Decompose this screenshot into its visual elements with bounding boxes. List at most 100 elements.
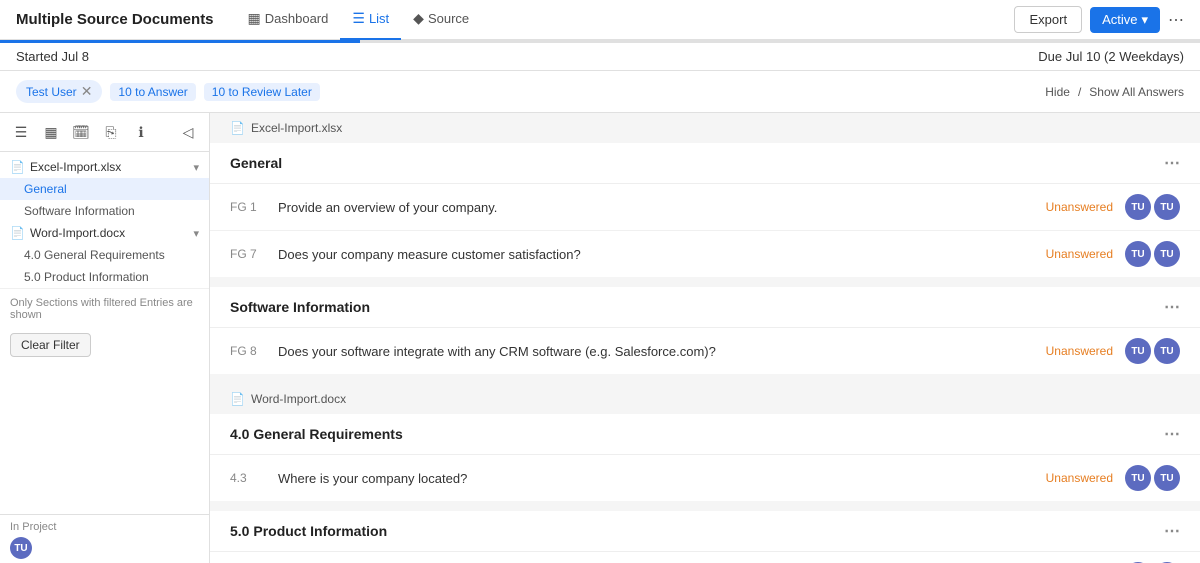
in-project-avatar[interactable]: TU: [10, 537, 32, 559]
table-row: FG 7 Does your company measure customer …: [210, 231, 1200, 277]
nav-source[interactable]: ◆ Source: [401, 0, 481, 40]
sidebar-section-product-info[interactable]: 5.0 Product Information: [0, 266, 209, 288]
sidebar-word-name: Word-Import.docx: [30, 226, 125, 240]
sidebar-excel-name: Excel-Import.xlsx: [30, 160, 121, 174]
sidebar-calendar-tool[interactable]: 🗓: [68, 119, 94, 145]
started-date: Started Jul 8: [16, 49, 89, 64]
status-badge: Unanswered: [1046, 247, 1113, 261]
sidebar-copy-tool[interactable]: ⎘: [98, 119, 124, 145]
sidebar-section-general[interactable]: General: [0, 178, 209, 200]
status-badge: Unanswered: [1046, 200, 1113, 214]
sidebar: ☰ ▦ 🗓 ⎘ ℹ ◁ 📄 Excel-Import.xlsx ▾ Genera…: [0, 113, 210, 563]
question-text: Provide an overview of your company.: [278, 200, 1046, 215]
sidebar-software-info-label: Software Information: [24, 204, 135, 218]
more-options-icon[interactable]: ⋯: [1168, 10, 1184, 30]
excel-file-icon: 📄: [10, 160, 25, 174]
avatar-group: TU TU: [1125, 194, 1180, 220]
section-general-title: General: [230, 155, 282, 171]
section-general-req-header: 4.0 General Requirements ⋯: [210, 414, 1200, 455]
avatar[interactable]: TU: [1125, 465, 1151, 491]
content-area: 📄 Excel-Import.xlsx General ⋯ FG 1 Provi…: [210, 113, 1200, 563]
due-date: Due Jul 10 (2 Weekdays): [1038, 49, 1184, 64]
section-product-info-more-icon[interactable]: ⋯: [1164, 521, 1180, 541]
sidebar-grid-tool[interactable]: ▦: [38, 119, 64, 145]
sidebar-file-word[interactable]: 📄 Word-Import.docx ▾: [0, 222, 209, 244]
source-icon: ◆: [413, 10, 424, 27]
avatar[interactable]: TU: [1154, 338, 1180, 364]
avatar[interactable]: TU: [1125, 338, 1151, 364]
nav-list[interactable]: ☰ List: [340, 0, 401, 40]
dashboard-icon: ▦: [248, 10, 261, 27]
main-layout: ☰ ▦ 🗓 ⎘ ℹ ◁ 📄 Excel-Import.xlsx ▾ Genera…: [0, 113, 1200, 563]
top-nav: ▦ Dashboard ☰ List ◆ Source: [236, 0, 482, 40]
review-later-badge[interactable]: 10 to Review Later: [204, 83, 320, 101]
question-left: FG 8 Does your software integrate with a…: [230, 344, 1046, 359]
section-software-info-more-icon[interactable]: ⋯: [1164, 297, 1180, 317]
hide-link[interactable]: Hide: [1045, 85, 1070, 99]
question-text: Does your company measure customer satis…: [278, 247, 1046, 262]
avatar[interactable]: TU: [1154, 465, 1180, 491]
nav-dashboard[interactable]: ▦ Dashboard: [236, 0, 341, 40]
word-chevron-icon: ▾: [193, 227, 199, 240]
top-bar-left: Multiple Source Documents ▦ Dashboard ☰ …: [16, 0, 481, 40]
question-left: FG 7 Does your company measure customer …: [230, 247, 1046, 262]
top-bar-right: Export Active ▾ ⋯: [1014, 6, 1184, 33]
sidebar-collapse-button[interactable]: ◁: [175, 119, 201, 145]
question-num: FG 7: [230, 247, 270, 261]
section-general: General ⋯ FG 1 Provide an overview of yo…: [210, 143, 1200, 277]
sidebar-product-info-label: 5.0 Product Information: [24, 270, 149, 284]
word-header-icon: 📄: [230, 392, 245, 406]
section-product-information: 5.0 Product Information ⋯ 5.1 Describe t…: [210, 511, 1200, 563]
sidebar-list-tool[interactable]: ☰: [8, 119, 34, 145]
question-num: FG 8: [230, 344, 270, 358]
avatar[interactable]: TU: [1154, 194, 1180, 220]
in-project-users: TU: [10, 537, 199, 559]
sidebar-general-label: General: [24, 182, 67, 196]
clear-filter-button[interactable]: Clear Filter: [10, 333, 91, 357]
avatar-group: TU TU: [1125, 338, 1180, 364]
avatar[interactable]: TU: [1125, 194, 1151, 220]
section-software-info-title: Software Information: [230, 299, 370, 315]
section-software-info-header: Software Information ⋯: [210, 287, 1200, 328]
show-all-link[interactable]: Show All Answers: [1089, 85, 1184, 99]
table-row: 5.1 Describe the main features of your p…: [210, 552, 1200, 563]
sidebar-file-word-left: 📄 Word-Import.docx: [10, 226, 125, 240]
user-filter-chip[interactable]: Test User ✕: [16, 80, 102, 103]
sidebar-file-excel[interactable]: 📄 Excel-Import.xlsx ▾: [0, 156, 209, 178]
section-software-information: Software Information ⋯ FG 8 Does your so…: [210, 287, 1200, 374]
table-row: FG 1 Provide an overview of your company…: [210, 184, 1200, 231]
active-label: Active: [1102, 12, 1137, 27]
sidebar-info-tool[interactable]: ℹ: [128, 119, 154, 145]
nav-source-label: Source: [428, 11, 469, 26]
avatar-group: TU TU: [1125, 465, 1180, 491]
avatar[interactable]: TU: [1125, 241, 1151, 267]
question-right: Unanswered TU TU: [1046, 241, 1180, 267]
section-product-info-header: 5.0 Product Information ⋯: [210, 511, 1200, 552]
export-button[interactable]: Export: [1014, 6, 1082, 33]
separator: /: [1078, 85, 1081, 99]
active-button[interactable]: Active ▾: [1090, 7, 1160, 33]
sidebar-section-general-req[interactable]: 4.0 General Requirements: [0, 244, 209, 266]
section-general-req-more-icon[interactable]: ⋯: [1164, 424, 1180, 444]
list-nav-icon: ☰: [352, 10, 365, 27]
section-general-more-icon[interactable]: ⋯: [1164, 153, 1180, 173]
question-left: 4.3 Where is your company located?: [230, 471, 1046, 486]
filter-chip-remove-icon[interactable]: ✕: [81, 83, 93, 100]
question-left: FG 1 Provide an overview of your company…: [230, 200, 1046, 215]
answer-count-badge[interactable]: 10 to Answer: [110, 83, 195, 101]
excel-header-icon: 📄: [230, 121, 245, 135]
excel-file-header: 📄 Excel-Import.xlsx: [210, 113, 1200, 143]
question-right: Unanswered TU TU: [1046, 465, 1180, 491]
sub-bar: Started Jul 8 Due Jul 10 (2 Weekdays): [0, 43, 1200, 71]
question-right: Unanswered TU TU: [1046, 338, 1180, 364]
avatar[interactable]: TU: [1154, 241, 1180, 267]
spacer: [210, 374, 1200, 384]
in-project-label: In Project: [10, 521, 199, 533]
sidebar-section-software-info[interactable]: Software Information: [0, 200, 209, 222]
filter-bar: Test User ✕ 10 to Answer 10 to Review La…: [0, 71, 1200, 113]
status-badge: Unanswered: [1046, 471, 1113, 485]
section-general-requirements: 4.0 General Requirements ⋯ 4.3 Where is …: [210, 414, 1200, 501]
sidebar-filter-note: Only Sections with filtered Entries are …: [0, 288, 209, 329]
section-general-header: General ⋯: [210, 143, 1200, 184]
top-bar: Multiple Source Documents ▦ Dashboard ☰ …: [0, 0, 1200, 40]
